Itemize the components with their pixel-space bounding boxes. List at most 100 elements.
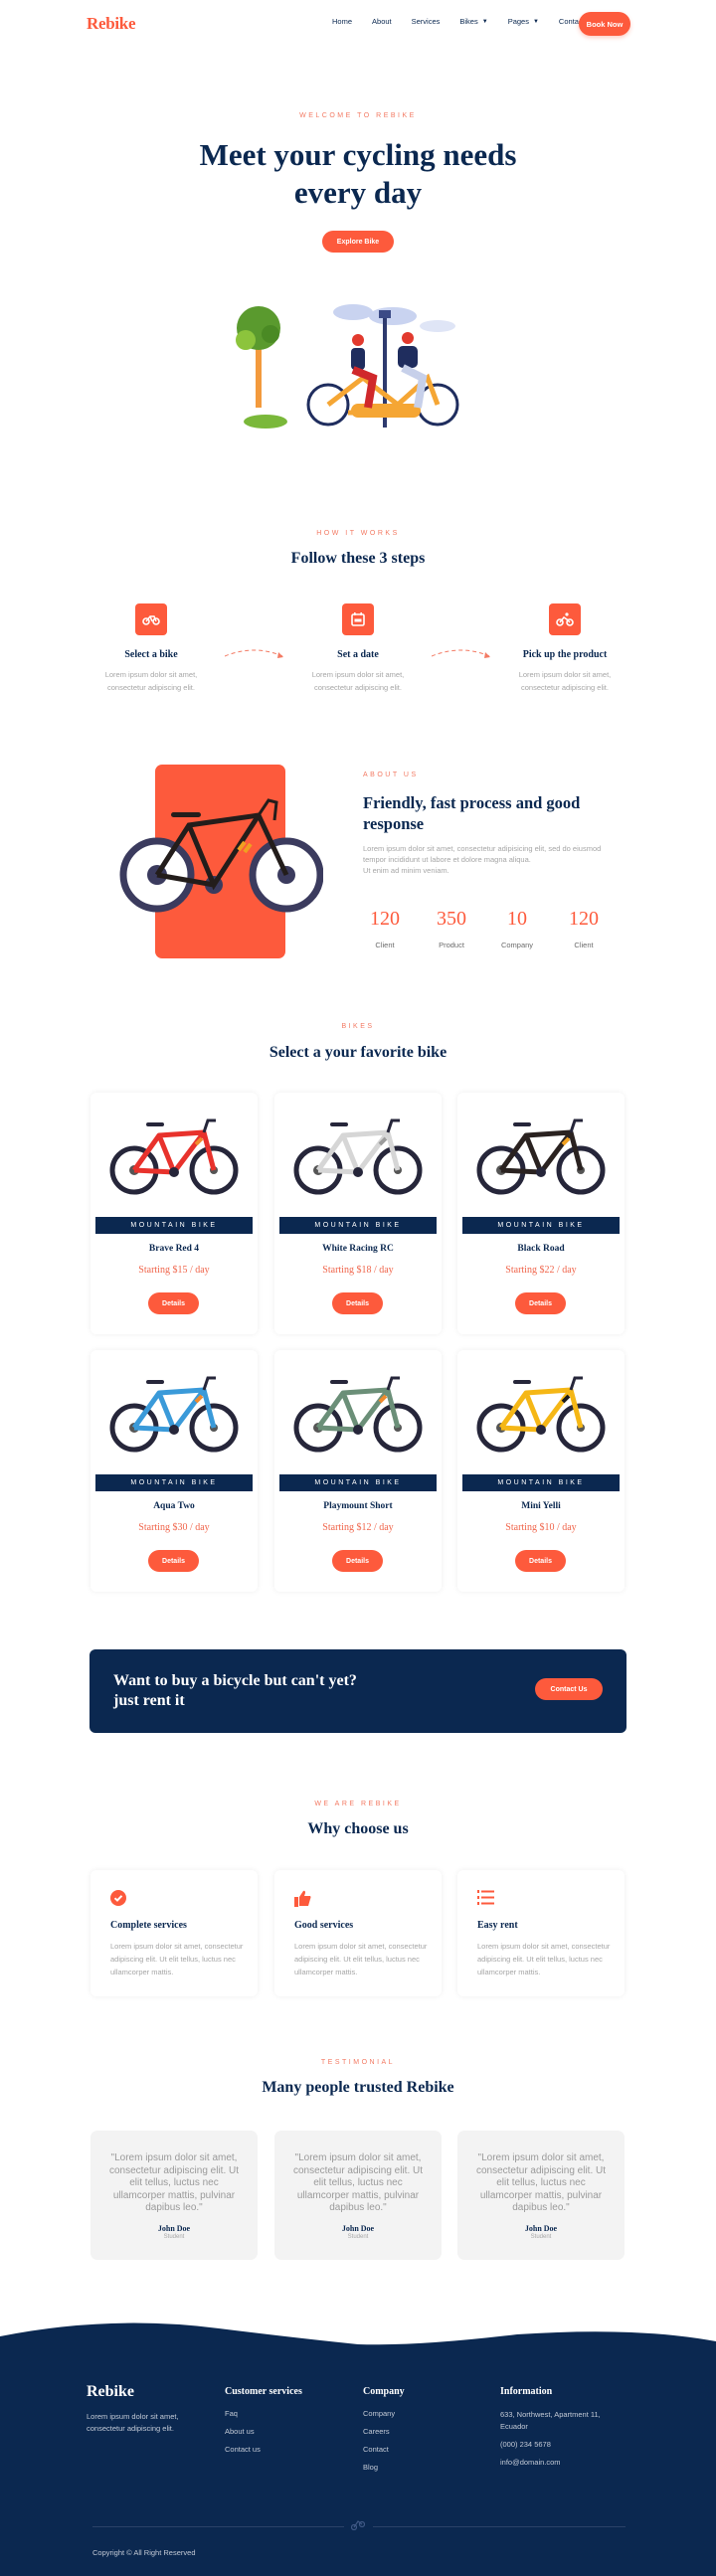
- bike-card: MOUNTAIN BIKE Black Road Starting $22 / da…: [457, 1093, 625, 1334]
- testimonial-role: Student: [163, 2234, 185, 2240]
- footer-link-blog[interactable]: Blog: [363, 2463, 405, 2472]
- why-card-text: Lorem ipsum dolor sit amet, consectetur …: [477, 1942, 611, 1976]
- rider-body: [351, 348, 365, 370]
- rider-legs: [351, 366, 378, 409]
- main-nav: Home About Services Bikes ▼ Pages ▼ Contac…: [332, 17, 605, 26]
- why-card-text: Lorem ipsum dolor sit amet, consectetur …: [110, 1942, 244, 1976]
- footer-col-title: Company: [363, 2386, 405, 2397]
- site-logo[interactable]: Rebike: [87, 14, 136, 34]
- bike-category: MOUNTAIN BIKE: [279, 1474, 437, 1491]
- tree-canopy: [262, 325, 279, 343]
- step-pick-up: Pick up the product Lorem ipsum dolor si…: [465, 603, 664, 694]
- bike-card: MOUNTAIN BIKE Aqua Two Starting $30 / day D…: [90, 1350, 258, 1592]
- footer-link-company[interactable]: Company: [363, 2409, 405, 2418]
- footer-about: Lorem ipsum dolor sit amet, consectetur …: [87, 2411, 206, 2435]
- bikes-eyebrow: BIKES: [341, 1023, 375, 1030]
- footer-col-title: Information: [500, 2386, 553, 2397]
- explore-bike-button[interactable]: Explore Bike: [322, 231, 394, 253]
- footer-link-faq[interactable]: Faq: [225, 2409, 302, 2418]
- copyright-text: Copyright © All Right Reserved: [92, 2548, 196, 2557]
- book-now-button[interactable]: Book Now: [579, 12, 630, 36]
- bike-category: MOUNTAIN BIKE: [462, 1217, 620, 1234]
- details-button[interactable]: Details: [332, 1550, 383, 1572]
- details-button[interactable]: Details: [515, 1550, 566, 1572]
- footer-link-contact[interactable]: Contact: [363, 2445, 405, 2454]
- rider-legs: [401, 364, 428, 409]
- bike-card: MOUNTAIN BIKE White Racing RC Starting $18…: [274, 1093, 442, 1334]
- why-card-title: Easy rent: [477, 1920, 518, 1931]
- tandem-base: [351, 404, 421, 418]
- thumbs-up-icon: [294, 1890, 311, 1907]
- nav-about[interactable]: About: [372, 17, 392, 26]
- nav-services-label: Services: [411, 17, 441, 26]
- stat-client: 120 Client: [360, 908, 410, 949]
- bike-name: Brave Red 4: [148, 1244, 200, 1254]
- nav-services[interactable]: Services: [412, 17, 441, 26]
- bike-name: Black Road: [517, 1244, 565, 1254]
- testimonial-name: John Doe: [157, 2224, 191, 2233]
- bike-name: Aqua Two: [153, 1501, 195, 1511]
- step-title: Pick up the product: [522, 649, 608, 660]
- why-card-complete: Complete services Lorem ipsum dolor sit …: [90, 1870, 258, 1996]
- why-card-text: Lorem ipsum dolor sit amet, consectetur …: [294, 1942, 428, 1976]
- details-button[interactable]: Details: [148, 1292, 199, 1314]
- bike-image: [476, 1376, 606, 1453]
- bicycle-icon: [351, 2520, 365, 2530]
- footer-link-about-us[interactable]: About us: [225, 2427, 302, 2436]
- bikes-title: Select a your favorite bike: [268, 1044, 448, 1061]
- footer-link-contact-us[interactable]: Contact us: [225, 2445, 302, 2454]
- cta-text: Want to buy a bicycle but can't yet? jus…: [113, 1672, 357, 1709]
- nav-pages-label: Pages: [507, 17, 529, 26]
- footer-link-careers[interactable]: Careers: [363, 2427, 405, 2436]
- about-text-2: Ut enim ad minim veniam.: [363, 866, 449, 875]
- about-eyebrow: ABOUT US: [363, 772, 419, 778]
- why-card-title: Good services: [294, 1920, 354, 1931]
- hero-illustration: [236, 304, 459, 429]
- step-text: Lorem ipsum dolor sit amet, consectetur …: [311, 670, 405, 692]
- about-title: Friendly, fast process and good response: [363, 793, 581, 833]
- how-eyebrow: HOW IT WORKS: [316, 530, 400, 537]
- numbered-list-icon: [477, 1890, 494, 1905]
- bike-category: MOUNTAIN BIKE: [95, 1474, 253, 1491]
- footer-about-text: Lorem ipsum dolor sit amet, consectetur …: [87, 2412, 179, 2433]
- testimonial-card: "Lorem ipsum dolor sit amet, consectetur…: [274, 2131, 442, 2260]
- bike-name: Mini Yelli: [521, 1501, 561, 1511]
- nav-about-label: About: [372, 17, 392, 26]
- stat-value: 120: [569, 908, 599, 930]
- details-button[interactable]: Details: [515, 1292, 566, 1314]
- stat-product: 350 Product: [427, 908, 476, 949]
- footer-col-title: Customer services: [225, 2386, 302, 2397]
- cloud-shape: [369, 307, 417, 325]
- testimonial-eyebrow: TESTIMONIAL: [320, 2059, 396, 2066]
- cloud-shape: [420, 320, 455, 332]
- bike-image: [476, 1118, 606, 1195]
- bike-category: MOUNTAIN BIKE: [279, 1217, 437, 1234]
- bike-image: [293, 1376, 423, 1453]
- contact-us-button[interactable]: Contact Us: [535, 1678, 603, 1700]
- how-title: Follow these 3 steps: [290, 550, 426, 567]
- footer-email[interactable]: info@domain.com: [500, 2458, 620, 2467]
- testimonial-title: Many people trusted Rebike: [262, 2079, 454, 2096]
- testimonial-name: John Doe: [341, 2224, 375, 2233]
- nav-pages[interactable]: Pages ▼: [508, 17, 539, 26]
- nav-home[interactable]: Home: [332, 17, 352, 26]
- lamp-head: [379, 310, 391, 318]
- about-text-1: Lorem ipsum dolor sit amet, consectetur …: [363, 844, 602, 864]
- bike-image: [109, 1118, 239, 1195]
- testimonial-card: "Lorem ipsum dolor sit amet, consectetur…: [457, 2131, 625, 2260]
- rider-helmet: [352, 334, 364, 346]
- nav-bikes[interactable]: Bikes ▼: [459, 17, 487, 26]
- details-button[interactable]: Details: [332, 1292, 383, 1314]
- details-button[interactable]: Details: [148, 1550, 199, 1572]
- bike-price: Starting $22 / day: [505, 1265, 577, 1276]
- step-title: Select a bike: [124, 649, 178, 660]
- bush: [244, 415, 287, 429]
- footer-logo[interactable]: Rebike: [87, 2383, 134, 2401]
- step-title: Set a date: [337, 649, 379, 660]
- testimonial-quote: "Lorem ipsum dolor sit amet, consectetur…: [108, 2152, 240, 2213]
- bike-card: MOUNTAIN BIKE Mini Yelli Starting $10 / da…: [457, 1350, 625, 1592]
- calendar-icon: [342, 603, 374, 635]
- bike-price: Starting $15 / day: [138, 1265, 210, 1276]
- bike-image: [109, 1376, 239, 1453]
- why-card-easy: Easy rent Lorem ipsum dolor sit amet, co…: [457, 1870, 625, 1996]
